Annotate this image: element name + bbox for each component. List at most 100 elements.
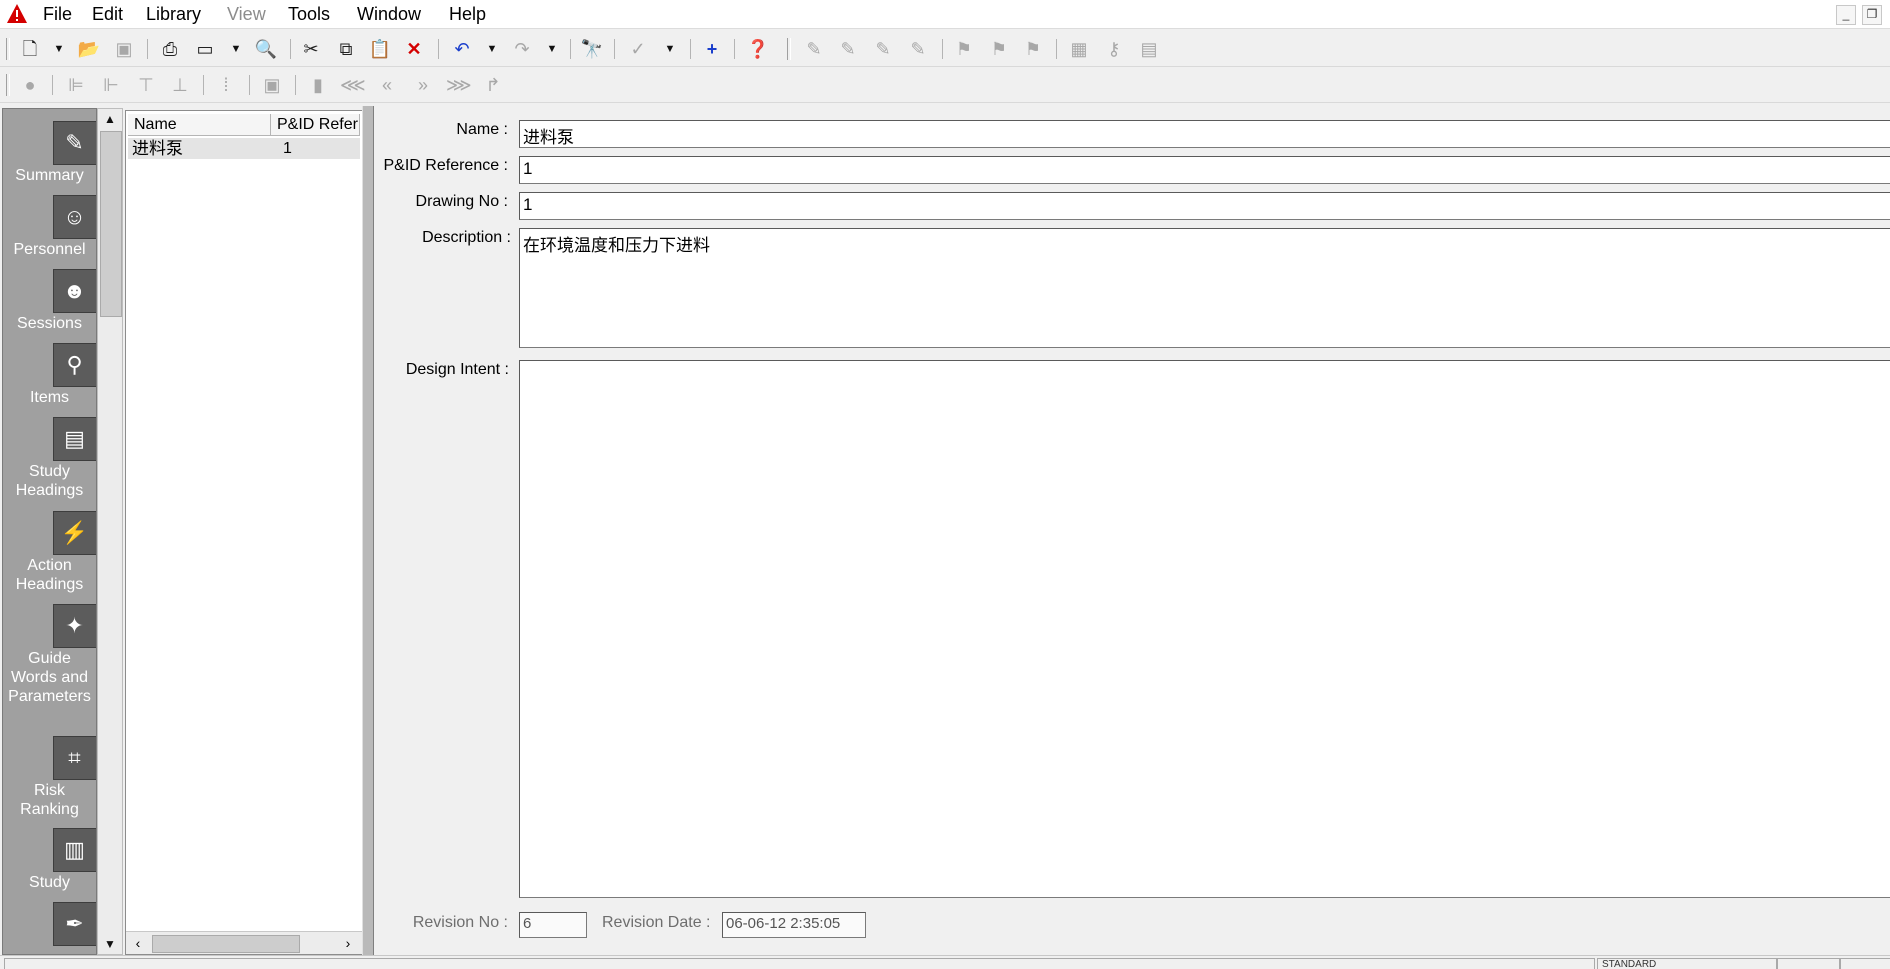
key-icon[interactable]: ⚷ — [1102, 37, 1126, 61]
drawing-no-label: Drawing No : — [415, 193, 508, 210]
panel-splitter[interactable] — [362, 106, 374, 955]
paste-icon[interactable]: 📋 — [368, 37, 392, 61]
nav-scrollbar[interactable]: ▲ ▼ — [97, 108, 123, 955]
menu-help[interactable]: Help — [449, 3, 486, 25]
save-icon[interactable]: ▣ — [112, 37, 136, 61]
worksheet-delete-icon[interactable]: ✎ — [906, 37, 930, 61]
next-icon[interactable]: » — [411, 73, 435, 97]
scroll-left-icon[interactable]: ‹ — [128, 933, 148, 953]
row-name-cell: 进料泵 — [132, 139, 183, 158]
scroll-thumb[interactable] — [100, 131, 122, 317]
align-left-icon[interactable]: ⊫ — [64, 73, 88, 97]
align-bottom-icon[interactable]: ⊥ — [168, 73, 192, 97]
description-field[interactable]: 在环境温度和压力下进料 — [519, 228, 1890, 348]
nav-item-action-headings[interactable]: ⚡ Action Headings — [3, 511, 96, 594]
menu-tools[interactable]: Tools — [288, 3, 330, 25]
jump-icon[interactable]: ↱ — [481, 73, 505, 97]
window-layout-icon[interactable]: ▭ — [193, 37, 217, 61]
nav-item-label: Personnel — [13, 241, 86, 258]
guide-words-icon: ✦ — [52, 604, 96, 648]
cut-icon[interactable]: ✂ — [299, 37, 323, 61]
revision-no-label: Revision No : — [412, 914, 508, 931]
worksheet-add-icon[interactable]: ✎ — [836, 37, 860, 61]
restore-button[interactable]: ❐ — [1862, 5, 1882, 25]
toolbar-grip[interactable] — [787, 38, 791, 60]
new-document-icon[interactable]: 🗋 — [18, 37, 42, 61]
name-field[interactable]: 进料泵 — [519, 120, 1890, 148]
revision-date-label: Revision Date : — [602, 914, 711, 931]
action-headings-icon: ⚡ — [52, 511, 96, 555]
app-warning-icon — [6, 3, 28, 25]
column-header-name[interactable]: Name — [128, 114, 271, 136]
column-header-pid[interactable]: P&ID Refer — [271, 114, 360, 136]
minimize-button[interactable]: _ — [1836, 5, 1856, 25]
scroll-thumb[interactable] — [152, 935, 300, 953]
nav-item-personnel[interactable]: ☺ Personnel — [3, 195, 96, 259]
previous-icon[interactable]: « — [375, 73, 399, 97]
dropdown-arrow-icon[interactable]: ▼ — [663, 37, 677, 61]
help-icon[interactable]: ❓ — [746, 37, 770, 61]
align-top-icon[interactable]: ⊤ — [134, 73, 158, 97]
dropdown-arrow-icon[interactable]: ▼ — [52, 37, 66, 61]
nav-item-summary[interactable]: ✎ Summary — [3, 121, 96, 185]
redo-icon[interactable]: ↷ — [510, 37, 534, 61]
standard-toolbar: 🗋 ▼ 📂 ▣ ⎙ ▭ ▼ 🔍 ✂ ⧉ 📋 ✕ ↶ ▼ ↷ ▼ 🔭 ✓ ▼ + … — [0, 32, 1890, 67]
dropdown-arrow-icon[interactable]: ▼ — [485, 37, 499, 61]
print-preview-icon[interactable]: 🔍 — [254, 37, 278, 61]
item-list: Name P&ID Refer 进料泵 1 ‹ › — [125, 110, 363, 955]
grid-dots-icon[interactable]: ⁞ — [214, 73, 238, 97]
toolbar-grip[interactable] — [6, 74, 10, 96]
worksheet-insert-icon[interactable]: ✎ — [871, 37, 895, 61]
nav-item-study[interactable]: ▥ Study — [3, 828, 96, 892]
print-icon[interactable]: ⎙ — [158, 37, 182, 61]
book-icon[interactable]: ▮ — [306, 73, 330, 97]
scroll-right-icon[interactable]: › — [338, 933, 358, 953]
nav-item-guide-words[interactable]: ✦ Guide Words and Parameters — [3, 604, 96, 706]
align-right-icon[interactable]: ⊩ — [99, 73, 123, 97]
menu-edit[interactable]: Edit — [92, 3, 123, 25]
layout-icon[interactable]: ▣ — [260, 73, 284, 97]
calendar-icon[interactable]: ▤ — [1137, 37, 1161, 61]
spell-check-icon[interactable]: ✓ — [626, 37, 650, 61]
first-icon[interactable]: ⋘ — [340, 73, 366, 97]
nav-item-action[interactable]: ✒ — [3, 902, 96, 947]
nav-item-sessions[interactable]: ☻ Sessions — [3, 269, 96, 333]
dropdown-arrow-icon[interactable]: ▼ — [229, 37, 243, 61]
copy-icon[interactable]: ⧉ — [334, 37, 358, 61]
design-intent-field[interactable] — [519, 360, 1890, 898]
drawing-no-field[interactable]: 1 — [519, 192, 1890, 220]
flag-add-icon[interactable]: ⚑ — [987, 37, 1011, 61]
list-horizontal-scrollbar[interactable]: ‹ › — [126, 931, 362, 954]
flag-delete-icon[interactable]: ⚑ — [1021, 37, 1045, 61]
description-label: Description : — [422, 229, 511, 246]
nav-item-risk-ranking[interactable]: ⌗ Risk Ranking — [3, 736, 96, 819]
status-pane-ins — [1839, 958, 1890, 969]
scroll-up-icon[interactable]: ▲ — [98, 109, 122, 129]
add-icon[interactable]: + — [700, 37, 724, 61]
pid-reference-label: P&ID Reference : — [383, 157, 509, 174]
toolbar-grip[interactable] — [6, 38, 10, 60]
nav-item-label: Action Headings — [15, 557, 84, 593]
worksheet-icon[interactable]: ✎ — [802, 37, 826, 61]
grid-icon[interactable]: ▦ — [1067, 37, 1091, 61]
dropdown-arrow-icon[interactable]: ▼ — [545, 37, 559, 61]
last-icon[interactable]: ⋙ — [446, 73, 472, 97]
nav-item-label: Items — [29, 389, 70, 406]
menu-window[interactable]: Window — [357, 3, 421, 25]
nav-item-study-headings[interactable]: ▤ Study Headings — [3, 417, 96, 500]
pid-reference-field[interactable]: 1 — [519, 156, 1890, 184]
delete-icon[interactable]: ✕ — [402, 37, 426, 61]
navigation-toolbar: ● ⊫ ⊩ ⊤ ⊥ ⁞ ▣ ▮ ⋘ « » ⋙ ↱ — [0, 68, 1890, 103]
find-icon[interactable]: 🔭 — [580, 37, 604, 61]
scroll-down-icon[interactable]: ▼ — [98, 934, 122, 954]
menu-bar: File Edit Library View Tools Window Help… — [0, 0, 1890, 29]
nav-item-items[interactable]: ⚲ Items — [3, 343, 96, 407]
record-icon[interactable]: ● — [18, 73, 42, 97]
menu-view[interactable]: View — [227, 3, 266, 25]
menu-file[interactable]: File — [43, 3, 72, 25]
flag-icon[interactable]: ⚑ — [952, 37, 976, 61]
menu-library[interactable]: Library — [146, 3, 201, 25]
undo-icon[interactable]: ↶ — [450, 37, 474, 61]
open-folder-icon[interactable]: 📂 — [77, 37, 101, 61]
table-row[interactable]: 进料泵 1 — [128, 138, 360, 159]
